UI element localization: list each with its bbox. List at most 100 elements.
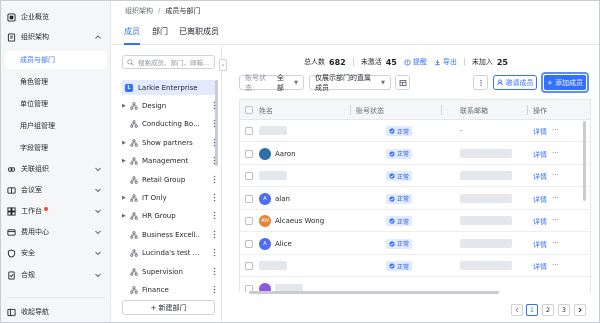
more-vertical-icon[interactable] bbox=[213, 211, 216, 222]
more-horizontal-icon[interactable]: ··· bbox=[552, 239, 559, 247]
prev-page-button[interactable] bbox=[511, 304, 523, 316]
collapse-nav-button[interactable]: 收起导航 bbox=[1, 303, 111, 321]
detail-link[interactable]: 详情 bbox=[533, 127, 547, 137]
caret-right-icon[interactable]: ▶ bbox=[122, 140, 130, 146]
tree-item[interactable]: ▶ HR Group bbox=[122, 209, 222, 223]
page-2-button[interactable]: 2 bbox=[542, 304, 554, 316]
more-horizontal-icon[interactable]: ··· bbox=[552, 149, 559, 157]
org-root-item[interactable]: L Larkie Enterprise bbox=[122, 80, 215, 95]
column-header-email[interactable]: 联系邮箱 bbox=[460, 106, 488, 116]
account-status-filter[interactable]: 账号状态: 全部 ▼ bbox=[239, 74, 304, 92]
sidebar-item-compliance[interactable]: 合规 bbox=[1, 266, 111, 284]
sidebar-sub-usergroups[interactable]: 用户组管理 bbox=[1, 117, 111, 135]
tree-item[interactable]: Supervision bbox=[122, 265, 222, 279]
add-member-button[interactable]: + 添加成员 bbox=[541, 72, 589, 93]
tree-item[interactable]: Conducting Bo... bbox=[122, 117, 222, 131]
caret-right-icon[interactable]: ▶ bbox=[122, 213, 130, 219]
more-horizontal-icon[interactable]: ··· bbox=[552, 216, 559, 224]
detail-link[interactable]: 详情 bbox=[533, 172, 547, 182]
sidebar-sub-fields[interactable]: 字段管理 bbox=[1, 139, 111, 157]
table-row[interactable]: AW Alcaeus Wong 正常 详情 ··· bbox=[240, 210, 590, 232]
tree-item[interactable]: Finance bbox=[122, 283, 222, 297]
remind-link[interactable]: 提醒 bbox=[404, 57, 427, 67]
detail-link[interactable]: 详情 bbox=[533, 262, 547, 272]
horizontal-scrollbar[interactable] bbox=[239, 291, 591, 295]
table-row[interactable]: Aalan 正常 详情 ··· bbox=[240, 188, 590, 210]
sidebar-sub-roles[interactable]: 角色管理 bbox=[1, 73, 111, 91]
scope-filter[interactable]: 仅展示部门的直属成员 ▼ bbox=[309, 74, 391, 92]
row-checkbox[interactable] bbox=[245, 149, 253, 158]
more-vertical-icon[interactable] bbox=[213, 267, 216, 278]
breadcrumb-parent[interactable]: 组织架构 bbox=[125, 6, 153, 16]
table-row[interactable]: 正常 - 详情 ··· bbox=[240, 120, 590, 142]
column-header-status[interactable]: 账号状态 bbox=[356, 106, 384, 116]
tree-item[interactable]: Lucinda's test ... bbox=[122, 246, 222, 260]
member-name[interactable]: Aaron bbox=[275, 150, 296, 158]
member-name[interactable]: Alcaeus Wong bbox=[275, 217, 324, 225]
detail-link[interactable]: 详情 bbox=[533, 195, 547, 205]
search-input[interactable]: 搜索成员、部门、邮箱... bbox=[122, 55, 215, 69]
row-checkbox[interactable] bbox=[245, 239, 253, 248]
row-checkbox[interactable] bbox=[245, 127, 253, 135]
more-vertical-icon[interactable] bbox=[213, 230, 216, 241]
tree-item[interactable]: ▶ Management bbox=[122, 154, 222, 168]
sidebar-item-billing[interactable]: 费用中心 bbox=[1, 223, 111, 241]
tree-item[interactable]: Business Excell... bbox=[122, 228, 222, 242]
caret-right-icon[interactable]: ▶ bbox=[122, 158, 130, 164]
more-horizontal-icon[interactable]: ··· bbox=[552, 171, 559, 179]
member-name[interactable]: alan bbox=[275, 195, 290, 203]
tree-item[interactable]: ▶ Design bbox=[122, 99, 222, 113]
tree-scrollbar[interactable] bbox=[215, 80, 218, 166]
row-checkbox[interactable] bbox=[245, 217, 253, 225]
more-vertical-icon[interactable] bbox=[213, 193, 216, 204]
scrollbar-thumb[interactable] bbox=[249, 291, 499, 294]
more-horizontal-icon[interactable]: ··· bbox=[552, 126, 559, 134]
caret-right-icon[interactable]: ▶ bbox=[122, 195, 130, 201]
sidebar-item-linked-org[interactable]: 关联组织 bbox=[1, 160, 111, 178]
sidebar-sub-members[interactable]: 成员与部门 bbox=[5, 51, 107, 69]
member-name[interactable]: Alice bbox=[275, 240, 292, 248]
collapse-panel-button[interactable]: ‹ bbox=[219, 59, 227, 71]
tree-item[interactable]: ▶ IT Only bbox=[122, 191, 222, 205]
row-checkbox[interactable] bbox=[245, 172, 253, 180]
tab-departed-members[interactable]: 已离职成员 bbox=[179, 26, 219, 45]
detail-link[interactable]: 详情 bbox=[533, 217, 547, 227]
tree-item[interactable]: ▶ Show partners bbox=[122, 136, 222, 150]
next-page-button[interactable] bbox=[574, 304, 586, 316]
tab-departments[interactable]: 部门 bbox=[152, 26, 168, 45]
more-horizontal-icon[interactable]: ··· bbox=[552, 261, 559, 269]
export-link[interactable]: 导出 bbox=[434, 57, 457, 67]
table-row[interactable]: 正常 详情 ··· bbox=[240, 165, 590, 187]
sidebar-item-org[interactable]: 组织架构 bbox=[1, 28, 111, 46]
sidebar-item-overview[interactable]: 企业概览 bbox=[1, 8, 111, 26]
more-horizontal-icon[interactable]: ··· bbox=[552, 194, 559, 202]
detail-link[interactable]: 详情 bbox=[533, 150, 547, 160]
sidebar-item-security[interactable]: 安全 bbox=[1, 244, 111, 262]
select-all-checkbox[interactable] bbox=[245, 106, 253, 114]
detail-link[interactable]: 详情 bbox=[533, 240, 547, 250]
more-vertical-icon[interactable] bbox=[213, 285, 216, 296]
tab-members[interactable]: 成员 bbox=[124, 26, 140, 45]
table-row[interactable]: A Alice 正常 详情 ··· bbox=[240, 233, 590, 255]
row-checkbox[interactable] bbox=[245, 194, 253, 203]
total-count: 682 bbox=[329, 57, 346, 67]
more-vertical-icon[interactable] bbox=[213, 248, 216, 259]
row-checkbox[interactable] bbox=[245, 262, 253, 270]
page-1-button[interactable]: 1 bbox=[526, 304, 538, 316]
new-department-button[interactable]: + 新建部门 bbox=[122, 300, 215, 315]
invite-member-button[interactable]: 邀请成员 bbox=[493, 75, 537, 90]
column-header-name[interactable]: 姓名 bbox=[259, 106, 273, 116]
table-row[interactable]: 正常 详情 ··· bbox=[240, 255, 590, 277]
caret-right-icon[interactable]: ▶ bbox=[122, 103, 130, 109]
page-3-button[interactable]: 3 bbox=[558, 304, 570, 316]
table-row[interactable] bbox=[240, 278, 590, 292]
table-scrollbar[interactable] bbox=[583, 121, 586, 201]
tree-item[interactable]: Retail Group bbox=[122, 173, 222, 187]
more-actions-button[interactable] bbox=[473, 75, 488, 90]
sidebar-item-meeting-rooms[interactable]: 会议室 bbox=[1, 181, 111, 199]
column-settings-button[interactable] bbox=[395, 75, 410, 90]
table-row[interactable]: Aaron 正常 详情 ··· bbox=[240, 143, 590, 165]
more-vertical-icon[interactable] bbox=[213, 175, 216, 186]
sidebar-item-workplace[interactable]: 工作台 bbox=[1, 202, 111, 220]
sidebar-sub-units[interactable]: 单位管理 bbox=[1, 95, 111, 113]
